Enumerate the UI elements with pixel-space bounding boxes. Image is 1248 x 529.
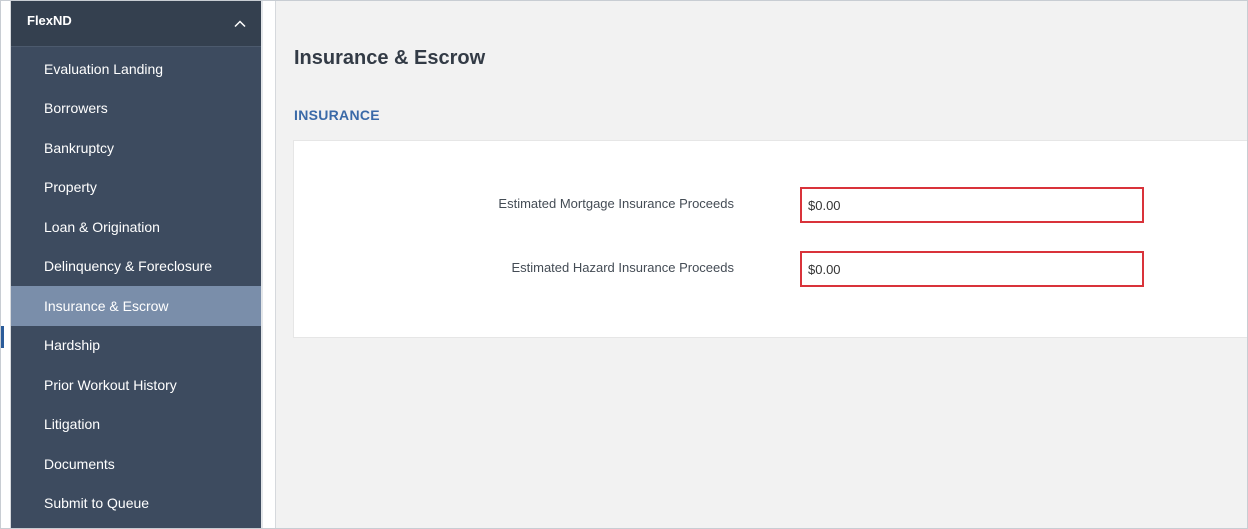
hazard-insurance-proceeds-label: Estimated Hazard Insurance Proceeds	[511, 260, 734, 275]
sidebar-item-label: Hardship	[44, 337, 101, 354]
mortgage-insurance-proceeds-input[interactable]	[800, 187, 1144, 223]
app-frame: FlexND Evaluation Landing Borrowers Bank…	[0, 0, 1248, 529]
sidebar-item-label: Submit to Queue	[44, 495, 150, 512]
mortgage-insurance-proceeds-label: Estimated Mortgage Insurance Proceeds	[498, 196, 734, 211]
hazard-insurance-proceeds-input[interactable]	[800, 251, 1144, 287]
sidebar-item-hardship[interactable]: Hardship	[11, 326, 261, 366]
main-content: Insurance & Escrow INSURANCE Estimated M…	[275, 1, 1247, 528]
sidebar-nav: Evaluation Landing Borrowers Bankruptcy …	[11, 49, 261, 523]
sidebar-item-label: Property	[44, 179, 97, 196]
sidebar-item-label: Loan & Origination	[44, 218, 160, 235]
sidebar-item-label: Prior Workout History	[44, 376, 177, 393]
sidebar-item-loan-origination[interactable]: Loan & Origination	[11, 207, 261, 247]
sidebar-item-property[interactable]: Property	[11, 168, 261, 208]
sidebar-item-label: Borrowers	[44, 100, 108, 117]
sidebar-item-insurance-escrow[interactable]: Insurance & Escrow	[11, 286, 261, 326]
sidebar-item-label: Evaluation Landing	[44, 60, 164, 77]
sidebar-title: FlexND	[27, 13, 72, 28]
sidebar-header[interactable]: FlexND	[11, 1, 261, 47]
sidebar-item-delinquency-foreclosure[interactable]: Delinquency & Foreclosure	[11, 247, 261, 287]
page-title: Insurance & Escrow	[294, 47, 486, 69]
sidebar-item-prior-workout-history[interactable]: Prior Workout History	[11, 365, 261, 405]
sidebar-item-litigation[interactable]: Litigation	[11, 405, 261, 445]
left-gutter	[1, 1, 11, 528]
sidebar: FlexND Evaluation Landing Borrowers Bank…	[11, 1, 263, 528]
insurance-card: Estimated Mortgage Insurance Proceeds Es…	[293, 140, 1247, 338]
sidebar-item-bankruptcy[interactable]: Bankruptcy	[11, 128, 261, 168]
section-title-insurance: INSURANCE	[294, 107, 380, 123]
sidebar-item-label: Documents	[44, 455, 115, 472]
sidebar-item-label: Insurance & Escrow	[44, 297, 169, 314]
sidebar-item-documents[interactable]: Documents	[11, 444, 261, 484]
sidebar-item-evaluation-landing[interactable]: Evaluation Landing	[11, 49, 261, 89]
sidebar-item-submit-to-queue[interactable]: Submit to Queue	[11, 484, 261, 524]
sidebar-item-label: Delinquency & Foreclosure	[44, 258, 213, 275]
sidebar-item-label: Litigation	[44, 416, 101, 433]
gutter-marker	[1, 326, 4, 348]
chevron-up-icon[interactable]	[233, 17, 247, 31]
sidebar-item-borrowers[interactable]: Borrowers	[11, 89, 261, 129]
sidebar-item-label: Bankruptcy	[44, 139, 115, 156]
